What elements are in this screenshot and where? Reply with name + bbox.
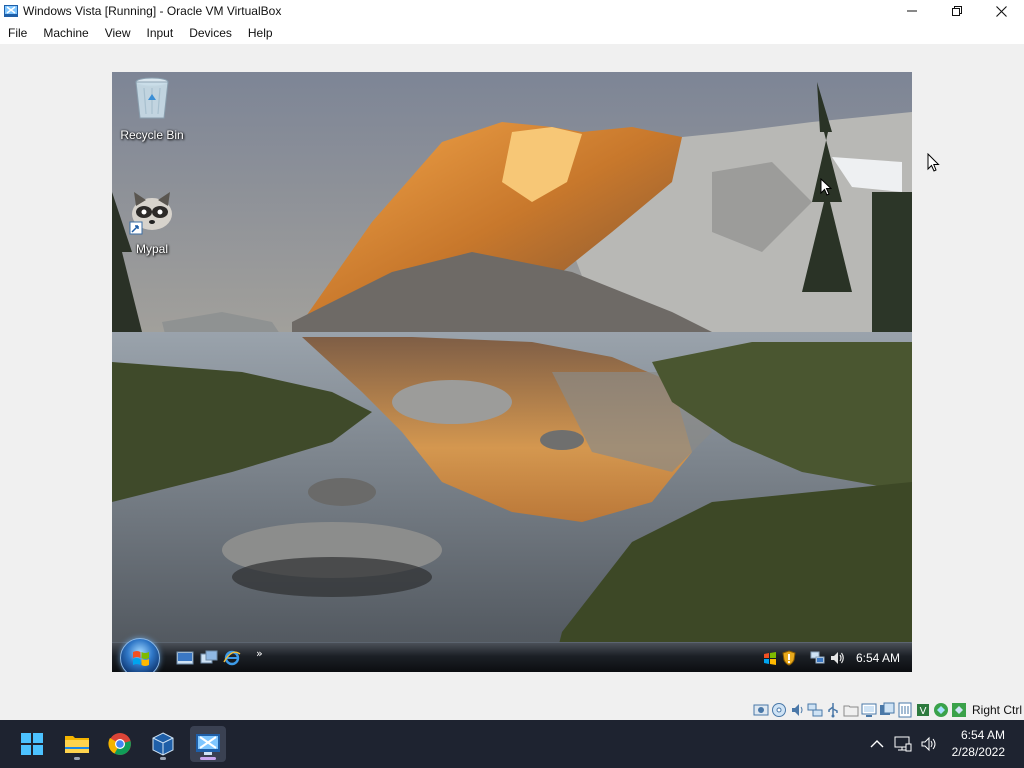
svg-text:V: V <box>920 706 927 717</box>
mypal-raccoon-icon <box>129 192 172 235</box>
video-capture-icon[interactable] <box>879 702 895 718</box>
vista-notification-area: 6:54 AM <box>762 643 912 672</box>
vm-screen[interactable]: Recycle Bin Mypal » 6:54 AM <box>112 72 912 672</box>
mouse-integration-icon[interactable] <box>933 702 949 718</box>
window-title-bar[interactable]: Windows Vista [Running] - Oracle VM Virt… <box>0 0 1024 22</box>
optical-drive-icon[interactable] <box>771 702 787 718</box>
display-icon[interactable] <box>861 702 877 718</box>
menu-bar: File Machine View Input Devices Help <box>0 22 1024 44</box>
quick-launch-more[interactable]: » <box>256 647 263 660</box>
switch-windows-icon[interactable] <box>200 650 218 666</box>
windows-flag-icon[interactable] <box>762 650 778 666</box>
show-hidden-icons-button[interactable] <box>867 734 887 754</box>
active-indicator <box>200 757 216 760</box>
keyboard-icon[interactable] <box>951 702 967 718</box>
host-taskbar: 6:54 AM 2/28/2022 <box>0 720 1024 768</box>
running-indicator <box>160 757 166 760</box>
minimize-icon <box>906 10 917 12</box>
vista-vm-icon <box>196 734 220 755</box>
running-indicator <box>74 757 80 760</box>
taskbar-vista-vm[interactable] <box>190 726 226 762</box>
host-date: 2/28/2022 <box>951 745 1005 759</box>
minimize-button[interactable] <box>889 0 934 22</box>
audio-icon[interactable] <box>789 702 805 718</box>
desktop-icon-label: Recycle Bin <box>120 128 184 142</box>
restore-button[interactable] <box>934 0 979 22</box>
file-explorer-icon <box>65 736 89 753</box>
security-shield-icon[interactable] <box>781 650 797 666</box>
vista-taskbar: » 6:54 AM <box>112 638 912 672</box>
restore-icon <box>951 6 962 16</box>
desktop-icon-mypal[interactable]: Mypal <box>112 188 192 256</box>
guest-cursor-icon <box>820 178 832 196</box>
recording-icon[interactable] <box>897 702 913 718</box>
desktop-icon-recycle-bin[interactable]: Recycle Bin <box>112 74 192 142</box>
network-icon <box>894 736 912 752</box>
window-title: Windows Vista [Running] - Oracle VM Virt… <box>23 4 282 18</box>
cpu-icon[interactable]: V <box>915 702 931 718</box>
host-key-label[interactable]: Right Ctrl <box>972 703 1022 717</box>
menu-machine[interactable]: Machine <box>35 22 96 44</box>
menu-help[interactable]: Help <box>240 22 281 44</box>
vista-start-button[interactable] <box>120 638 160 672</box>
volume-icon[interactable] <box>829 650 845 666</box>
close-button[interactable] <box>979 0 1024 22</box>
host-notification-area: 6:54 AM 2/28/2022 <box>864 720 1024 768</box>
desktop-wallpaper <box>112 72 912 672</box>
vista-clock[interactable]: 6:54 AM <box>856 651 900 665</box>
menu-devices[interactable]: Devices <box>181 22 240 44</box>
taskbar-chrome[interactable] <box>102 726 138 762</box>
menu-view[interactable]: View <box>97 22 139 44</box>
menu-input[interactable]: Input <box>139 22 182 44</box>
virtualbox-icon <box>152 732 174 756</box>
volume-icon <box>921 736 936 752</box>
windows-flag-icon <box>133 651 149 666</box>
menu-file[interactable]: File <box>0 22 35 44</box>
chevron-up-icon <box>870 740 884 748</box>
close-icon <box>996 5 1007 17</box>
chrome-icon <box>108 733 131 755</box>
shared-folders-icon[interactable] <box>843 702 859 718</box>
taskbar-file-explorer[interactable] <box>59 726 95 762</box>
windows-start-icon <box>21 733 43 755</box>
hard-disk-icon[interactable] <box>753 702 769 718</box>
volume-button[interactable] <box>919 734 939 754</box>
network-status-button[interactable] <box>893 734 913 754</box>
virtualbox-status-bar: V Right Ctrl <box>752 699 1024 720</box>
network-icon[interactable] <box>810 650 826 666</box>
host-time: 6:54 AM <box>960 728 1005 742</box>
desktop-icon-label: Mypal <box>135 242 168 256</box>
host-clock[interactable]: 6:54 AM 2/28/2022 <box>952 727 1005 761</box>
taskbar-virtualbox[interactable] <box>145 726 181 762</box>
recycle-bin-icon <box>135 77 169 119</box>
show-desktop-icon[interactable] <box>176 650 194 666</box>
internet-explorer-icon[interactable] <box>223 650 241 666</box>
network-icon[interactable] <box>807 702 823 718</box>
virtualbox-app-icon <box>4 5 18 17</box>
start-button[interactable] <box>14 726 50 762</box>
host-cursor-icon <box>927 153 940 172</box>
usb-icon[interactable] <box>825 702 841 718</box>
